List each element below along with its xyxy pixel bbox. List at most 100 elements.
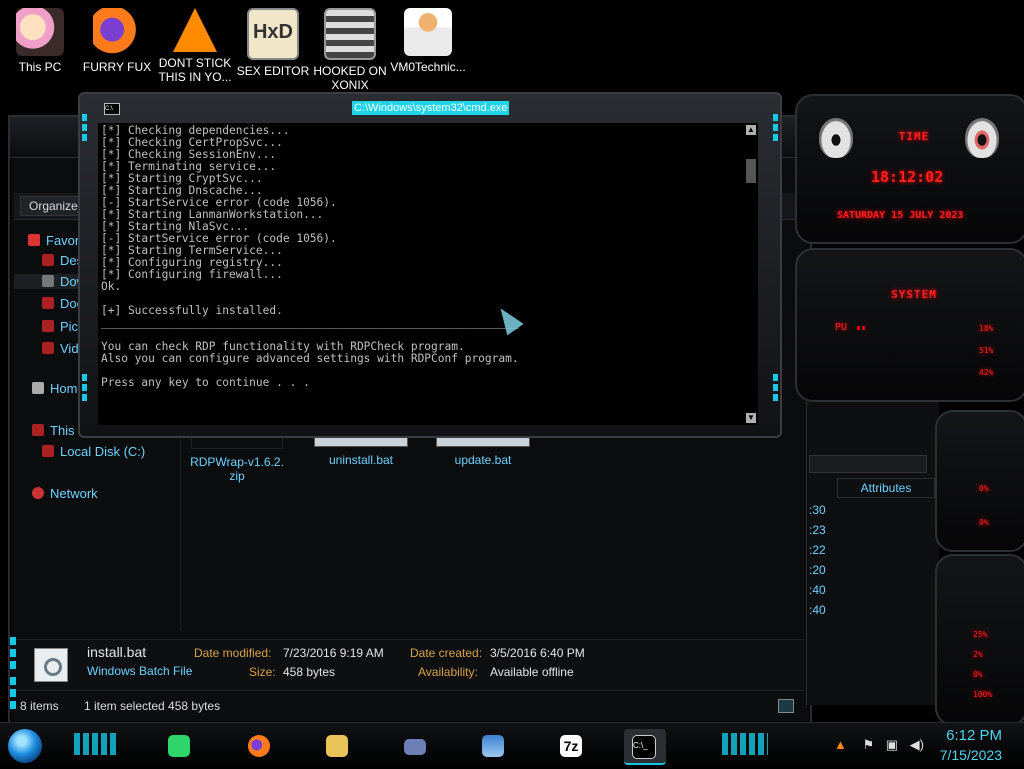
console-line: [*] Configuring firewall... — [101, 268, 283, 281]
notepad-icon — [168, 735, 190, 757]
xonix-game-icon — [324, 8, 376, 60]
remote-desktop-icon — [482, 735, 504, 757]
documents-icon — [42, 297, 54, 309]
item-count: 8 items — [20, 699, 59, 713]
taskbar-app-7zip[interactable]: 7z — [552, 729, 590, 763]
network-gadget[interactable]: 0% 0% — [935, 410, 1024, 552]
start-orb-button[interactable] — [8, 729, 42, 763]
taskbar-app-remote-desktop[interactable] — [474, 729, 512, 763]
sidebar-item-local-disk[interactable]: Local Disk (C:) — [42, 444, 145, 459]
cmd-window-title: C:\Windows\system32\cmd.exe — [352, 101, 510, 115]
firewall-icon[interactable]: ▲ — [834, 737, 847, 752]
stat-value: 0% — [979, 484, 989, 493]
date-modified-value: 7/23/2016 9:19 AM — [283, 646, 384, 660]
frame-accent — [773, 374, 778, 402]
console-text: [*] Checking dependencies... [*] Checking… — [98, 123, 758, 391]
hxd-icon: HxD — [247, 8, 299, 60]
stat-value: 2% — [973, 650, 983, 659]
desktop-icon-label: HOOKED ON XONIX — [313, 64, 387, 92]
taskbar-clock-date[interactable]: 7/15/2023 — [940, 747, 1002, 763]
stat-value: 18% — [979, 324, 994, 333]
cmd-app-icon: C:\ — [104, 103, 120, 115]
sidebar-item-documents[interactable]: Doc — [42, 296, 83, 311]
taskbar-app-firefox[interactable] — [240, 729, 278, 763]
console-line: ________________________________________… — [101, 316, 519, 329]
alien-head-icon — [965, 118, 999, 158]
file-item-rdpwrap-zip[interactable]: RDPWrap-v1.6.2.zip — [189, 431, 285, 483]
selection-info: 1 item selected 458 bytes — [84, 699, 221, 713]
homegroup-icon — [32, 382, 44, 394]
taskbar: 7z C:\_ ▲ ⚑ ▣ ◀) 6:12 PM 7/15/2023 — [0, 722, 1024, 769]
frame-accent — [773, 114, 778, 142]
desktop-icon-this-pc[interactable]: This PC — [2, 0, 78, 74]
console-line: Ok. — [101, 280, 122, 293]
flag-icon[interactable]: ⚑ — [862, 737, 874, 752]
download-icon — [42, 275, 54, 287]
stat-value: 0% — [979, 518, 989, 527]
frame-accent — [10, 677, 16, 711]
console-line: Also you can configure advanced settings… — [101, 352, 519, 365]
frame-accent — [10, 637, 16, 671]
cpu-label: PU — [835, 322, 848, 333]
size-value: 458 bytes — [283, 665, 336, 679]
sidebar-item-network[interactable]: Network — [32, 486, 98, 501]
console-line: Press any key to continue . . . — [101, 376, 310, 389]
cmd-window[interactable]: C:\ C:\Windows\system32\cmd.exe [*] Chec… — [78, 92, 782, 438]
taskbar-app-notepad[interactable] — [160, 729, 198, 763]
taskbar-app-control-panel[interactable] — [396, 729, 434, 763]
availability-label: Availability: — [418, 665, 478, 679]
desktop-icon-hex-editor[interactable]: HxD SEX EDITOR — [235, 0, 311, 78]
sidebar-item-desktop[interactable]: Des — [42, 253, 83, 268]
sidebar-item-homegroup[interactable]: Hom — [32, 381, 77, 396]
sidebar-item-videos[interactable]: Vid — [42, 341, 79, 356]
taskbar-accent — [74, 733, 116, 755]
clock-title: TIME — [898, 130, 930, 143]
folder-icon — [326, 735, 348, 757]
computer-icon — [32, 424, 44, 436]
firefox-icon — [93, 8, 141, 56]
batch-file-gear-icon — [34, 648, 68, 682]
scroll-thumb[interactable] — [746, 159, 756, 183]
date-modified-label: Date modified: — [194, 646, 272, 660]
details-file-type: Windows Batch File — [87, 664, 193, 678]
clock-gadget[interactable]: TIME 18:12:02 SATURDAY 15 JULY 2023 — [795, 94, 1024, 244]
network-tray-icon[interactable]: ▣ — [886, 737, 898, 752]
taskbar-app-file-explorer[interactable] — [318, 729, 356, 763]
firefox-icon — [248, 735, 270, 757]
stat-value: 25% — [973, 630, 988, 639]
console-scrollbar[interactable]: ▲ ▼ — [744, 123, 758, 425]
network-icon — [32, 487, 44, 499]
drive-icon — [42, 445, 54, 457]
volume-icon[interactable]: ◀) — [910, 737, 924, 752]
desktop-icon-label: FURRY FUX — [82, 60, 152, 74]
desktop-icon-furry-fux[interactable]: FURRY FUX — [79, 0, 155, 74]
stat-value: 42% — [979, 368, 994, 377]
7zip-icon: 7z — [560, 735, 582, 757]
taskbar-app-cmd[interactable]: C:\_ — [624, 729, 666, 765]
system-title: SYSTEM — [891, 288, 937, 301]
status-bar: 8 items 1 item selected 458 bytes — [14, 695, 804, 717]
scroll-up-arrow-icon[interactable]: ▲ — [746, 125, 756, 135]
sidebar-item-favorites[interactable]: Favor — [28, 233, 79, 248]
details-pane: install.bat Windows Batch File Date modi… — [14, 639, 804, 691]
desktop-gadgets: TIME 18:12:02 SATURDAY 15 JULY 2023 SYST… — [795, 92, 1024, 726]
clock-time: 18:12:02 — [871, 168, 944, 186]
sidebar-item-pictures[interactable]: Pict — [42, 319, 82, 334]
view-toggle-icon[interactable] — [778, 699, 794, 713]
taskbar-clock-time[interactable]: 6:12 PM — [946, 727, 1002, 744]
desktop-icon-vlc[interactable]: DONT STICK THIS IN YO... — [157, 0, 233, 84]
scroll-down-arrow-icon[interactable]: ▼ — [746, 413, 756, 423]
desktop-icon-label: DONT STICK THIS IN YO... — [158, 56, 232, 84]
size-label: Size: — [249, 665, 276, 679]
organize-button[interactable]: Organize — [20, 196, 87, 216]
cpu-meter — [857, 326, 867, 330]
availability-value: Available offline — [490, 665, 574, 679]
desktop-icon-vm0technic[interactable]: VM0Technic... — [390, 0, 466, 74]
desktop-icon-xonix[interactable]: HOOKED ON XONIX — [312, 0, 388, 92]
drives-gadget[interactable]: 25% 2% 0% 100% — [935, 554, 1024, 726]
console-output[interactable]: [*] Checking dependencies... [*] Checking… — [98, 123, 758, 425]
this-pc-icon — [16, 8, 64, 56]
date-created-label: Date created: — [410, 646, 483, 660]
vlc-cone-icon — [173, 8, 217, 52]
system-gadget[interactable]: SYSTEM PU 18% 51% 42% — [795, 248, 1024, 402]
